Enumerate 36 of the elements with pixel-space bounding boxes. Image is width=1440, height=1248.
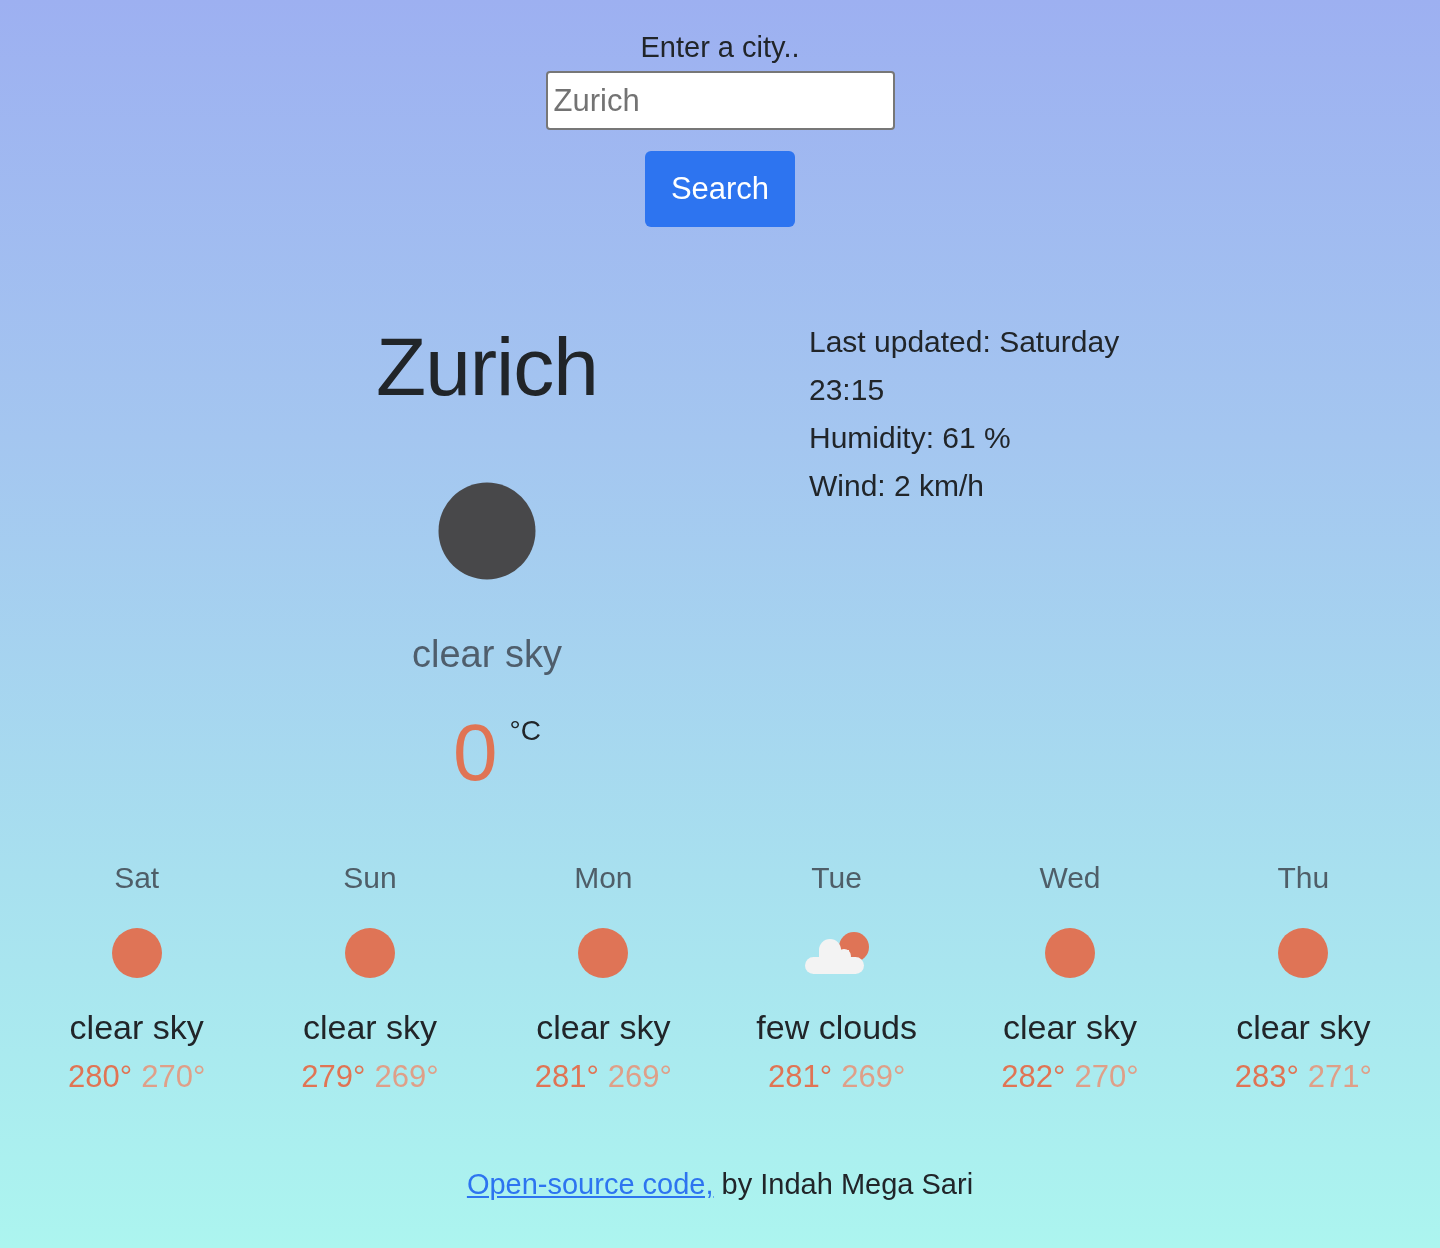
- max-temperature: 279°: [301, 1058, 366, 1095]
- forecast-description: clear sky: [69, 1007, 204, 1048]
- weather-detail: Wind: 2 km/h: [809, 468, 986, 504]
- forecast-day: Tue: [811, 860, 862, 896]
- search-label: Enter a city..: [640, 30, 800, 65]
- min-temperature: 270°: [141, 1058, 206, 1095]
- credit-text: Open-source code, by Indah Mega Sari: [466, 1167, 974, 1202]
- search-button[interactable]: Search: [645, 151, 795, 227]
- forecast-day: Wed: [1039, 860, 1101, 896]
- city-input[interactable]: Zurich: [545, 71, 895, 130]
- min-temperature: 271°: [1307, 1058, 1372, 1095]
- max-temperature: 281°: [768, 1058, 833, 1095]
- max-temperature: 283°: [1234, 1058, 1299, 1095]
- forecast-day: Mon: [574, 860, 633, 896]
- min-temperature: 269°: [607, 1058, 672, 1095]
- source-code-link[interactable]: Open-source code,: [466, 1168, 714, 1200]
- forecast-day: Thu: [1277, 860, 1330, 896]
- forecast-description: clear sky: [1002, 1007, 1138, 1048]
- max-temperature: 281°: [534, 1058, 599, 1095]
- forecast-description: clear sky: [536, 1007, 671, 1048]
- forecast-description: clear sky: [1236, 1007, 1371, 1048]
- forecast-day: Sat: [114, 860, 160, 896]
- city-name: Zurich: [376, 320, 598, 414]
- forecast-description: few clouds: [756, 1007, 917, 1048]
- temperature-unit: °C: [509, 715, 541, 747]
- weather-detail: Humidity: 61 %: [809, 420, 1012, 456]
- min-temperature: 269°: [374, 1058, 439, 1095]
- max-temperature: 280°: [68, 1058, 133, 1095]
- min-temperature: 269°: [841, 1058, 906, 1095]
- forecast-description: clear sky: [302, 1007, 438, 1048]
- weather-detail: Last updated: Saturday 23:15: [809, 324, 1121, 408]
- temperature-value: 0: [453, 707, 498, 799]
- weather-description: clear sky: [412, 632, 562, 677]
- forecast-day: Sun: [343, 860, 397, 896]
- max-temperature: 282°: [1001, 1058, 1066, 1095]
- min-temperature: 270°: [1074, 1058, 1139, 1095]
